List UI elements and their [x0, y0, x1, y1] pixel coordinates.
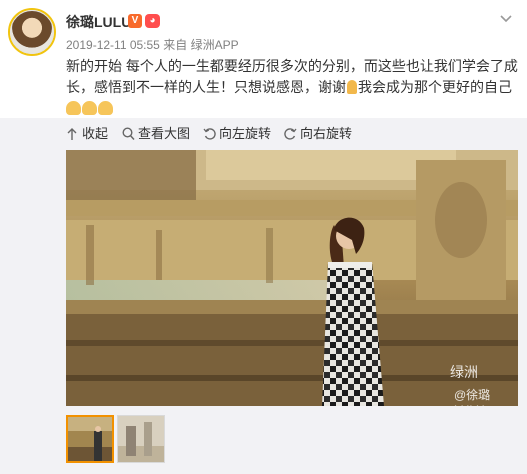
rotate-left-label: 向左旋转 — [219, 126, 272, 141]
image-toolbar: 收起 查看大图 向左旋转 向右旋转 — [0, 118, 527, 150]
thumbnail-2[interactable] — [117, 415, 165, 463]
vip-icon[interactable]: V — [128, 14, 142, 28]
muscle-emoji-icon — [98, 101, 113, 115]
pray-emoji-icon — [347, 80, 357, 94]
collapse-icon — [67, 128, 77, 140]
search-icon — [122, 127, 135, 141]
photo-watermark-user: @徐璐LULU — [454, 388, 491, 406]
source-prefix: 来自 — [163, 38, 188, 52]
photo-watermark-brand: 绿洲 — [450, 364, 478, 380]
collapse-label: 收起 — [82, 126, 109, 141]
muscle-emoji-icon — [82, 101, 97, 115]
collapse-button[interactable]: 收起 — [66, 126, 112, 142]
rotate-left-button[interactable]: 向左旋转 — [203, 126, 273, 142]
post-text-part-2: 我会成为那个更好的自己 — [358, 79, 512, 95]
post-photo[interactable]: 绿洲 @徐璐LULU — [66, 150, 518, 406]
view-large-button[interactable]: 查看大图 — [122, 126, 192, 142]
emoji-icon: ◕ — [145, 14, 160, 28]
muscle-emoji-icon — [66, 101, 81, 115]
username[interactable]: 徐璐LULU — [66, 13, 131, 31]
chevron-down-icon[interactable] — [496, 8, 516, 28]
source-app[interactable]: 绿洲APP — [191, 38, 239, 52]
weibo-post: 徐璐LULU V ◕ 2019-12-11 05:55 来自 绿洲APP 新的开… — [0, 0, 527, 474]
thumbnail-1-image — [68, 417, 112, 461]
media-card: 收起 查看大图 向左旋转 向右旋转 绿洲 @徐璐 — [0, 118, 527, 474]
view-large-label: 查看大图 — [138, 126, 191, 141]
rotate-right-icon — [284, 128, 297, 140]
rotate-right-label: 向右旋转 — [300, 126, 353, 141]
avatar[interactable] — [10, 10, 54, 54]
rotate-left-icon — [203, 128, 216, 140]
post-meta: 2019-12-11 05:55 来自 绿洲APP — [66, 37, 239, 53]
timestamp[interactable]: 2019-12-11 05:55 — [66, 38, 160, 52]
thumbnail-2-image — [118, 416, 164, 462]
rotate-right-button[interactable]: 向右旋转 — [284, 126, 354, 142]
thumbnail-1[interactable] — [66, 415, 114, 463]
